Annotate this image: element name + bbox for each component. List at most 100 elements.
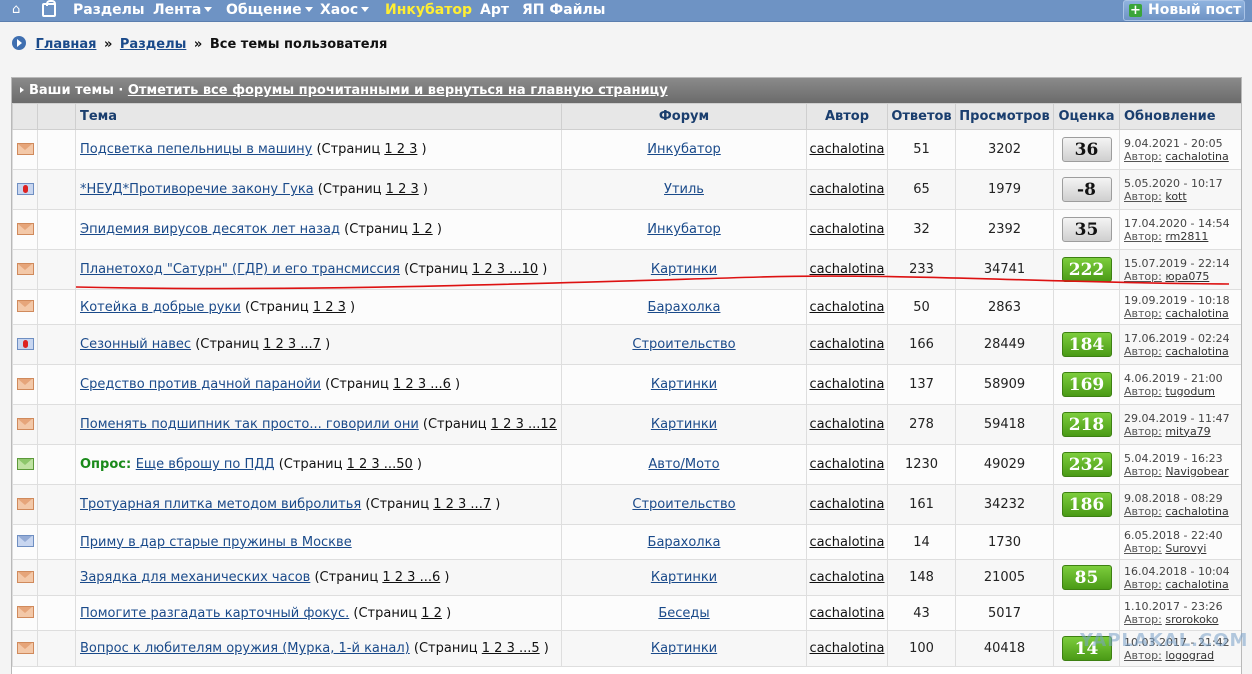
pages-links[interactable]: 1 2 3 ...7	[433, 497, 491, 512]
author-link[interactable]: cachalotina	[810, 262, 885, 277]
topic-link[interactable]: Эпидемия вирусов десяток лет назад	[80, 222, 340, 237]
pages-links[interactable]: 1 2 3 ...6	[382, 570, 440, 585]
new-post-button[interactable]: + Новый пост	[1123, 0, 1245, 21]
table-row[interactable]: Зарядка для механических часов (Страниц …	[12, 559, 1241, 596]
table-row[interactable]: Вопрос к любителям оружия (Мурка, 1-й ка…	[12, 630, 1241, 667]
header-author[interactable]: Автор	[806, 103, 888, 130]
table-row[interactable]: Сезонный навес (Страниц 1 2 3 ...7 ) Стро…	[12, 324, 1241, 365]
forum-link[interactable]: Строительство	[632, 337, 735, 352]
forum-link[interactable]: Строительство	[632, 497, 735, 512]
pages-links[interactable]: 1 2 3 ...5	[482, 641, 540, 656]
table-row[interactable]: Помогите разгадать карточный фокус. (Стр…	[12, 595, 1241, 631]
topic-link[interactable]: Подсветка пепельницы в машину	[80, 142, 312, 157]
updated-by-link[interactable]: cachalotina	[1165, 307, 1228, 320]
topic-link[interactable]: Поменять подшипник так просто... говорил…	[80, 417, 419, 432]
topic-link[interactable]: Еще вброшу по ПДД	[136, 457, 275, 472]
forum-link[interactable]: Инкубатор	[647, 222, 721, 237]
forum-link[interactable]: Инкубатор	[647, 142, 721, 157]
author-link[interactable]: cachalotina	[810, 641, 885, 656]
author-link[interactable]: cachalotina	[810, 417, 885, 432]
author-link[interactable]: cachalotina	[810, 535, 885, 550]
author-link[interactable]: cachalotina	[810, 377, 885, 392]
updated-by-link[interactable]: юра075	[1165, 270, 1209, 283]
header-updated[interactable]: Обновление	[1119, 103, 1241, 130]
author-link[interactable]: cachalotina	[810, 570, 885, 585]
author-link[interactable]: cachalotina	[810, 182, 885, 197]
forum-link[interactable]: Беседы	[658, 606, 709, 621]
header-forum[interactable]: Форум	[561, 103, 807, 130]
updated-by-link[interactable]: mitya79	[1165, 425, 1210, 438]
pages-links[interactable]: 1 2	[412, 222, 433, 237]
table-row[interactable]: Опрос: Еще вброшу по ПДД (Страниц 1 2 3 …	[12, 444, 1241, 485]
forum-link[interactable]: Утиль	[664, 182, 704, 197]
table-row[interactable]: Приму в дар старые пружины в Москве Барах…	[12, 524, 1241, 560]
table-row[interactable]: Планетоход "Сатурн" (ГДР) и его трансмис…	[12, 249, 1241, 290]
breadcrumb-sections-link[interactable]: Разделы	[120, 37, 186, 52]
forum-link[interactable]: Барахолка	[648, 535, 721, 550]
updated-by-link[interactable]: Surovyi	[1165, 542, 1206, 555]
updated-by-link[interactable]: cachalotina	[1165, 505, 1228, 518]
table-row[interactable]: *НЕУД*Противоречие закону Гука (Страниц …	[12, 169, 1241, 210]
nav-item-6[interactable]: ЯП Файлы	[522, 2, 605, 18]
nav-item-2[interactable]: Общение	[226, 2, 313, 18]
header-replies[interactable]: Ответов	[887, 103, 956, 130]
forum-link[interactable]: Картинки	[651, 377, 717, 392]
topic-link[interactable]: Вопрос к любителям оружия (Мурка, 1-й ка…	[80, 641, 410, 656]
table-row[interactable]: Подсветка пепельницы в машину (Страниц 1…	[12, 129, 1241, 170]
topic-link[interactable]: *НЕУД*Противоречие закону Гука	[80, 182, 314, 197]
topic-link[interactable]: Приму в дар старые пружины в Москве	[80, 535, 352, 550]
topic-link[interactable]: Тротуарная плитка методом вибролитья	[80, 497, 361, 512]
author-link[interactable]: cachalotina	[810, 606, 885, 621]
pages-links[interactable]: 1 2 3 ...12	[491, 417, 557, 432]
topic-link[interactable]: Планетоход "Сатурн" (ГДР) и его трансмис…	[80, 262, 400, 277]
forum-link[interactable]: Картинки	[651, 641, 717, 656]
updated-by-link[interactable]: kott	[1165, 190, 1186, 203]
updated-by-link[interactable]: tugodum	[1165, 385, 1215, 398]
table-row[interactable]: Поменять подшипник так просто... говорил…	[12, 404, 1241, 445]
nav-item-1[interactable]: Лента	[153, 2, 213, 18]
breadcrumb-home-link[interactable]: Главная	[36, 37, 97, 52]
pages-links[interactable]: 1 2 3	[384, 142, 417, 157]
pages-links[interactable]: 1 2 3	[313, 300, 346, 315]
forum-link[interactable]: Картинки	[651, 417, 717, 432]
updated-by-link[interactable]: srorokoko	[1165, 613, 1218, 626]
forum-link[interactable]: Барахолка	[648, 300, 721, 315]
nav-item-0[interactable]: Разделы	[73, 2, 145, 18]
updated-by-link[interactable]: Navigobear	[1165, 465, 1228, 478]
nav-item-3[interactable]: Хаос	[320, 2, 370, 18]
updated-by-link[interactable]: rm2811	[1165, 230, 1208, 243]
nav-item-4[interactable]: Инкубатор	[385, 2, 472, 18]
forum-link[interactable]: Авто/Мото	[648, 457, 719, 472]
home-icon[interactable]: ⌂	[12, 3, 26, 17]
pages-links[interactable]: 1 2 3 ...10	[472, 262, 538, 277]
pages-links[interactable]: 1 2	[421, 606, 442, 621]
author-link[interactable]: cachalotina	[810, 222, 885, 237]
topic-link[interactable]: Помогите разгадать карточный фокус.	[80, 606, 349, 621]
author-link[interactable]: cachalotina	[810, 457, 885, 472]
topic-link[interactable]: Котейка в добрые руки	[80, 300, 241, 315]
updated-by-link[interactable]: cachalotina	[1165, 150, 1228, 163]
pages-links[interactable]: 1 2 3	[386, 182, 419, 197]
table-row[interactable]: Средство против дачной паранойи (Страниц…	[12, 364, 1241, 405]
header-rating[interactable]: Оценка	[1053, 103, 1120, 130]
shop-bag-icon[interactable]	[42, 0, 56, 17]
table-row[interactable]: Котейка в добрые руки (Страниц 1 2 3 ) Ба…	[12, 289, 1241, 325]
topic-link[interactable]: Зарядка для механических часов	[80, 570, 310, 585]
mark-all-read-link[interactable]: Отметить все форумы прочитанными и верну…	[128, 83, 668, 98]
topic-link[interactable]: Сезонный навес	[80, 337, 191, 352]
author-link[interactable]: cachalotina	[810, 142, 885, 157]
table-row[interactable]: Тротуарная плитка методом вибролитья (Ст…	[12, 484, 1241, 525]
pages-links[interactable]: 1 2 3 ...7	[263, 337, 321, 352]
author-link[interactable]: cachalotina	[810, 337, 885, 352]
author-link[interactable]: cachalotina	[810, 300, 885, 315]
author-link[interactable]: cachalotina	[810, 497, 885, 512]
forum-link[interactable]: Картинки	[651, 570, 717, 585]
pages-links[interactable]: 1 2 3 ...50	[347, 457, 413, 472]
forum-link[interactable]: Картинки	[651, 262, 717, 277]
header-views[interactable]: Просмотров	[955, 103, 1054, 130]
header-topic[interactable]: Тема	[75, 103, 562, 130]
topic-link[interactable]: Средство против дачной паранойи	[80, 377, 321, 392]
nav-item-5[interactable]: Арт	[480, 2, 509, 18]
updated-by-link[interactable]: cachalotina	[1165, 578, 1228, 591]
pages-links[interactable]: 1 2 3 ...6	[393, 377, 451, 392]
